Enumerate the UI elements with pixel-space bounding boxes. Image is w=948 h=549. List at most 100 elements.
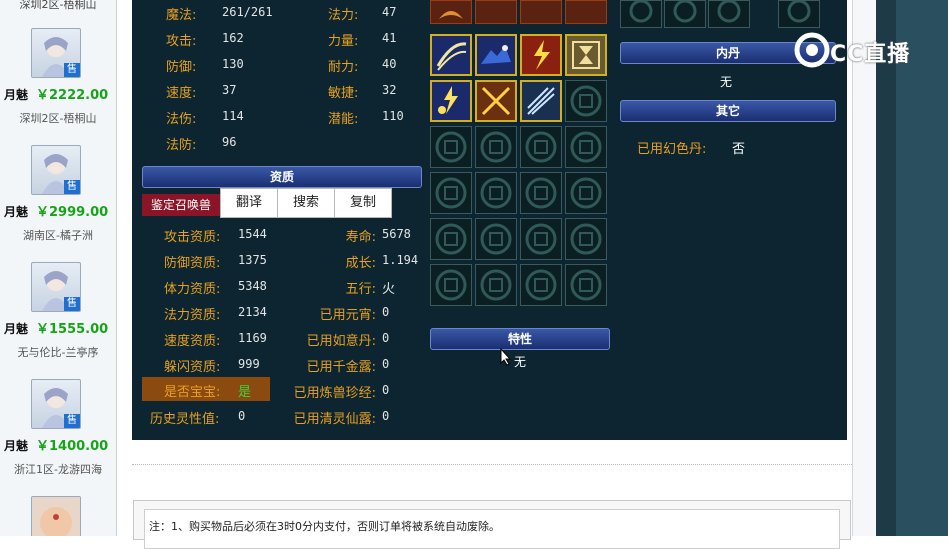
empty-slot-icon [435,223,467,255]
empty-slot-icon [673,1,697,23]
copy-button[interactable]: 复制 [334,188,392,218]
empty-skill-slot[interactable] [475,172,517,214]
empty-slot-icon [787,1,811,23]
cc-live-watermark: CC直播 [794,30,924,70]
neidan-slot[interactable] [708,0,750,28]
skill-slot[interactable] [520,34,562,76]
aptitude-label: 是否宝宝: [164,385,221,400]
empty-slot-icon [525,223,557,255]
equip-slot[interactable] [565,0,607,24]
right-scroll-track [876,0,896,536]
empty-skill-slot[interactable] [430,172,472,214]
aptitude-value: 0 [238,409,246,423]
pet-price: ￥1555.00 [36,322,109,337]
empty-skill-slot[interactable] [475,264,517,306]
sale-badge: 售 [64,297,80,311]
ice-skill-icon [527,87,555,115]
stat-value: 37 [222,83,237,97]
stat-label: 法伤: [166,112,197,127]
empty-skill-slot[interactable] [520,218,562,260]
stat-value: 32 [382,83,397,97]
hourglass-skill-icon [572,41,600,69]
pet-avatar[interactable]: 售 [31,28,81,78]
aptitude-value: 0 [382,331,390,345]
skill-slot[interactable] [565,34,607,76]
monk-avatar-icon [40,507,72,536]
equip-slot[interactable] [520,0,562,24]
pet-name: 月魅 [4,205,29,219]
empty-skill-slot[interactable] [565,126,607,168]
pet-server: 无与伦比-兰亭序 [17,346,99,359]
stat-label: 潜能: [328,112,359,127]
empty-slot-icon [480,223,512,255]
empty-skill-slot[interactable] [475,126,517,168]
empty-skill-slot[interactable] [565,264,607,306]
is-baby-value: 是 [238,385,252,400]
right-margin [852,0,877,536]
wind-skill-icon [436,42,467,71]
empty-skill-slot[interactable] [565,80,607,122]
identify-pet-button[interactable]: 鉴定召唤兽 [142,194,220,216]
pet-avatar[interactable]: 售 [31,262,81,312]
aptitude-value: 0 [382,383,390,397]
pet-avatar[interactable] [31,496,81,536]
skill-slot[interactable] [430,34,472,76]
empty-slot-icon [570,269,602,301]
neidan-slot[interactable] [664,0,706,28]
empty-skill-slot[interactable] [475,218,517,260]
empty-skill-slot[interactable] [520,264,562,306]
empty-slot-icon [480,177,512,209]
empty-slot-icon [629,1,653,23]
sidebar-item[interactable]: 售 月魅 ￥1555.00 无与伦比-兰亭序 [0,254,116,371]
purchase-note: 注：1、购买物品后必须在3时0分内支付，否则订单将被系统自动废除。 [144,509,840,549]
empty-skill-slot[interactable] [565,172,607,214]
empty-slot-icon [525,177,557,209]
empty-skill-slot[interactable] [430,126,472,168]
aptitude-label: 五行: [345,282,376,297]
aptitude-label: 已用清灵仙露: [293,412,376,427]
neidan-slot[interactable] [778,0,820,28]
sidebar-item[interactable]: 售 月魅 ￥1400.00 浙江1区-龙游四海 [0,371,116,488]
skill-slot[interactable] [520,80,562,122]
empty-skill-slot[interactable] [520,172,562,214]
mouse-cursor-icon [500,348,512,366]
empty-skill-slot[interactable] [565,218,607,260]
aptitude-value: 0 [382,357,390,371]
pet-avatar[interactable]: 售 [31,379,81,429]
empty-slot-icon [570,131,602,163]
skill-slot[interactable] [475,34,517,76]
flame-icon [439,11,463,19]
stat-value: 261/261 [222,5,273,19]
sidebar-item[interactable]: 售 月魅 ￥2999.00 湖南区-橘子洲 [0,137,116,254]
translate-button[interactable]: 翻译 [220,188,278,218]
traits-value: 无 [514,355,527,369]
aptitude-value: 5678 [382,227,411,241]
empty-skill-slot[interactable] [520,126,562,168]
aptitude-label: 已用炼兽珍经: [293,386,376,401]
sidebar-item[interactable]: 售 月魅 ￥2222.00 深圳2区-梧桐山 [0,20,116,137]
stat-value: 41 [382,31,397,45]
empty-slot-icon [570,177,602,209]
empty-skill-slot[interactable] [430,218,472,260]
note-box: 注：1、购买物品后必须在3时0分内支付，否则订单将被系统自动废除。 [133,500,851,549]
aptitude-label: 成长: [345,256,376,271]
search-button[interactable]: 搜索 [277,188,335,218]
aptitude-label: 历史灵性值: [150,412,220,427]
aptitude-label: 体力资质: [164,282,221,297]
aptitude-label: 速度资质: [164,334,221,349]
skill-slot[interactable] [475,80,517,122]
aptitude-value: 火 [382,282,396,297]
skill-slot[interactable] [430,80,472,122]
aptitude-header: 资质 [142,166,422,188]
cross-blade-skill-icon [481,86,511,116]
stat-label: 法力: [328,8,359,23]
pet-avatar[interactable]: 售 [31,145,81,195]
inner-dan-value: 无 [720,75,733,89]
neidan-slot[interactable] [620,0,662,28]
equip-slot[interactable] [430,0,472,24]
aptitude-value: 5348 [238,279,267,293]
empty-skill-slot[interactable] [430,264,472,306]
aptitude-label: 法力资质: [164,308,221,323]
equip-slot[interactable] [475,0,517,24]
aptitude-label: 已用如意丹: [306,334,376,349]
